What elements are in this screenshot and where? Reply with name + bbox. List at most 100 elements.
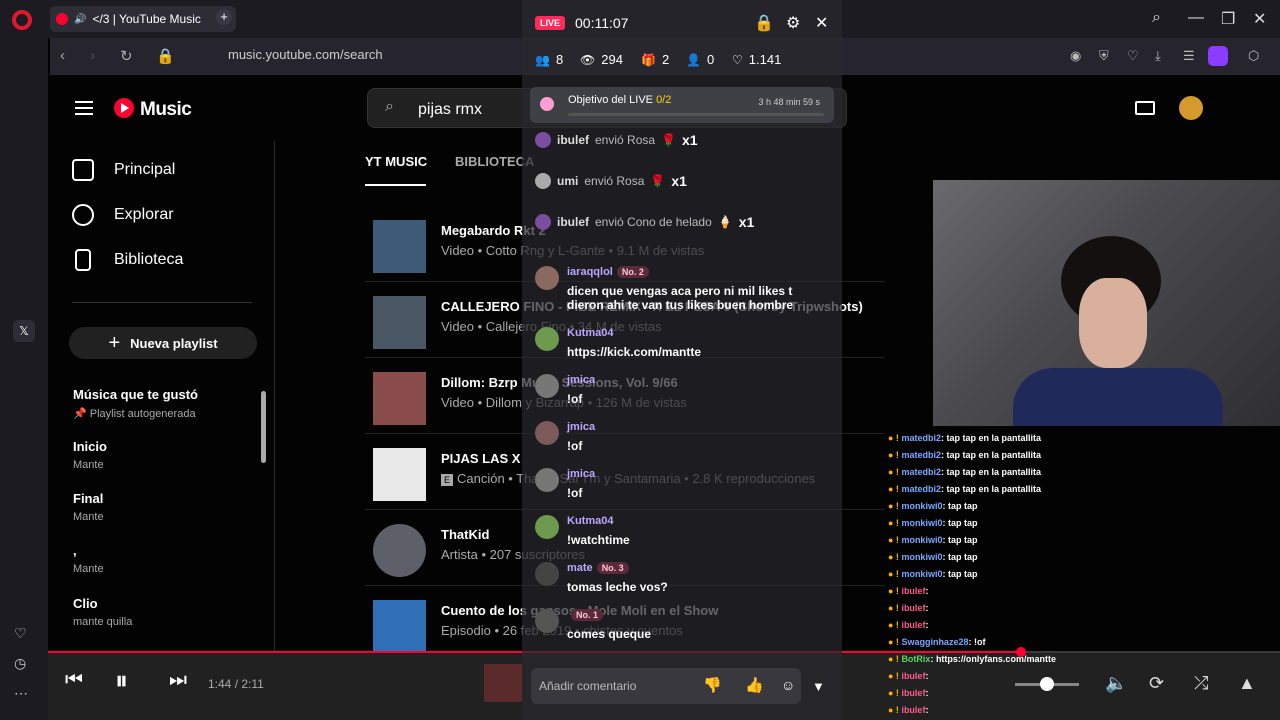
twitch-chat-line: ● ! monkiwi0: tap tap: [888, 569, 977, 579]
hamburger-icon[interactable]: [75, 101, 93, 115]
close-icon[interactable]: ✕: [1253, 9, 1266, 29]
url-field[interactable]: music.youtube.com/search: [228, 47, 383, 62]
playlist-title: Música que te gustó: [73, 387, 198, 402]
chat-username[interactable]: jmica: [567, 468, 595, 480]
chat-username[interactable]: No. 1: [567, 609, 604, 621]
tab-underline: [365, 184, 426, 186]
twitch-username[interactable]: matedbi2: [901, 450, 941, 460]
chat-text: comes queque: [567, 627, 652, 641]
twitch-username[interactable]: ibulef: [901, 586, 925, 596]
user-avatar[interactable]: [535, 609, 559, 633]
emoji-icon[interactable]: ☺: [781, 677, 795, 693]
twitch-username[interactable]: matedbi2: [901, 467, 941, 477]
now-playing-thumbnail[interactable]: [484, 664, 522, 702]
sidebar-item-explorar[interactable]: Explorar: [72, 204, 174, 226]
speaker-icon[interactable]: 🔊: [74, 14, 86, 25]
chat-username[interactable]: mate No. 3: [567, 562, 629, 574]
sidebar-scrollbar[interactable]: [261, 391, 266, 463]
pin-icon: 📌: [73, 408, 90, 420]
thumbs-down-icon[interactable]: 👎: [703, 676, 722, 694]
back-icon[interactable]: ‹: [60, 47, 65, 64]
twitch-username[interactable]: matedbi2: [901, 433, 941, 443]
user-avatar[interactable]: [535, 266, 559, 290]
download-icon[interactable]: ⤓: [1155, 48, 1161, 64]
eye-icon: 👁: [580, 52, 596, 67]
gear-icon[interactable]: ⚙: [786, 13, 800, 33]
chat-username[interactable]: jmica: [567, 421, 595, 433]
more-icon[interactable]: ⋯: [14, 685, 28, 702]
separator: :: [925, 603, 929, 613]
profile-icon[interactable]: [1208, 46, 1228, 66]
shield-icon[interactable]: ⛨: [1099, 48, 1109, 64]
menu-icon[interactable]: ☰: [1183, 48, 1195, 64]
user-avatar[interactable]: [535, 374, 559, 398]
user-avatar[interactable]: [535, 515, 559, 539]
twitch-username[interactable]: monkiwi0: [901, 535, 942, 545]
result-title[interactable]: ThatKid: [441, 527, 489, 542]
twitch-username[interactable]: ibulef: [901, 620, 925, 630]
x-icon[interactable]: 𝕏: [13, 320, 35, 342]
opera-logo[interactable]: [12, 10, 32, 30]
reload-icon[interactable]: ↻: [120, 47, 133, 65]
previous-icon[interactable]: ⏮: [65, 669, 83, 692]
rose-icon: 🌹: [650, 174, 666, 188]
playlist-item[interactable]: , Mante: [73, 543, 104, 575]
heart-icon[interactable]: ♡: [1127, 48, 1139, 64]
twitch-username[interactable]: monkiwi0: [901, 518, 942, 528]
playlist-item[interactable]: Inicio Mante: [73, 439, 107, 471]
brand-name: Music: [140, 99, 192, 120]
sidebar-item-biblioteca[interactable]: Biblioteca: [72, 249, 183, 271]
gift-action: envió Rosa: [595, 133, 656, 147]
twitch-username[interactable]: ibulef: [901, 705, 925, 715]
camera-icon[interactable]: ◉: [1070, 48, 1081, 64]
user-avatar[interactable]: [535, 562, 559, 586]
avatar[interactable]: [1179, 96, 1203, 120]
chat-username[interactable]: iaraqqlol No. 2: [567, 266, 649, 278]
lock-icon[interactable]: 🔒: [754, 13, 774, 33]
thumbs-up-icon[interactable]: 👍: [745, 676, 764, 694]
playlist-item[interactable]: Música que te gustó 📌 Playlist autogener…: [73, 387, 198, 420]
sidebar-item-principal[interactable]: Principal: [72, 159, 175, 181]
cube-icon[interactable]: ⬡: [1248, 48, 1259, 64]
gift-count: x1: [682, 132, 698, 148]
search-icon[interactable]: ⌕: [1152, 9, 1161, 27]
twitch-username[interactable]: monkiwi0: [901, 569, 942, 579]
twitch-username[interactable]: monkiwi0: [901, 552, 942, 562]
new-playlist-button[interactable]: + Nueva playlist: [69, 327, 257, 359]
compass-icon: [72, 204, 94, 226]
minimize-icon[interactable]: —: [1188, 9, 1204, 27]
youtube-music-logo[interactable]: [114, 98, 134, 118]
user-avatar[interactable]: [535, 327, 559, 351]
maximize-icon[interactable]: ❐: [1221, 9, 1235, 29]
twitch-username[interactable]: BotRix: [901, 654, 930, 664]
user-avatar[interactable]: [535, 468, 559, 492]
tab-yt-music[interactable]: YT MUSIC: [365, 154, 427, 169]
result-title[interactable]: PIJAS LAS X: [441, 451, 520, 466]
heart-icon[interactable]: ♡: [14, 625, 27, 642]
live-goal-bar[interactable]: Objetivo del LIVE 0/2 3 h 48 min 59 s: [530, 87, 834, 123]
twitch-username[interactable]: monkiwi0: [901, 501, 942, 511]
close-icon[interactable]: ✕: [815, 13, 828, 33]
pause-icon[interactable]: ⏸: [115, 665, 128, 697]
twitch-username[interactable]: matedbi2: [901, 484, 941, 494]
twitch-username[interactable]: ibulef: [901, 671, 925, 681]
history-icon[interactable]: ◷: [14, 655, 26, 672]
twitch-username[interactable]: ibulef: [901, 688, 925, 698]
playlist-item[interactable]: Final Mante: [73, 491, 104, 523]
chat-username[interactable]: Kutma04: [567, 327, 613, 339]
twitch-username[interactable]: ibulef: [901, 603, 925, 613]
comment-input[interactable]: Añadir comentario 👎 👍 ☺: [531, 668, 801, 704]
playlist-item[interactable]: Clio mante quilla: [73, 596, 132, 628]
new-tab-button[interactable]: +: [216, 9, 232, 25]
chat-username[interactable]: Kutma04: [567, 515, 613, 527]
send-icon[interactable]: ▼: [812, 679, 825, 694]
twitch-username[interactable]: Swagginhaze28: [901, 637, 968, 647]
gift-action: envió Rosa: [584, 174, 645, 188]
user-avatar[interactable]: [535, 421, 559, 445]
forward-icon[interactable]: ›: [90, 47, 95, 64]
browser-tab[interactable]: 🔊 </3 | YouTube Music: [50, 6, 236, 32]
badge-icon: ● !: [888, 688, 902, 698]
chat-username[interactable]: jmica: [567, 374, 595, 386]
next-icon[interactable]: ⏭: [169, 669, 187, 692]
cast-icon[interactable]: [1135, 101, 1155, 115]
